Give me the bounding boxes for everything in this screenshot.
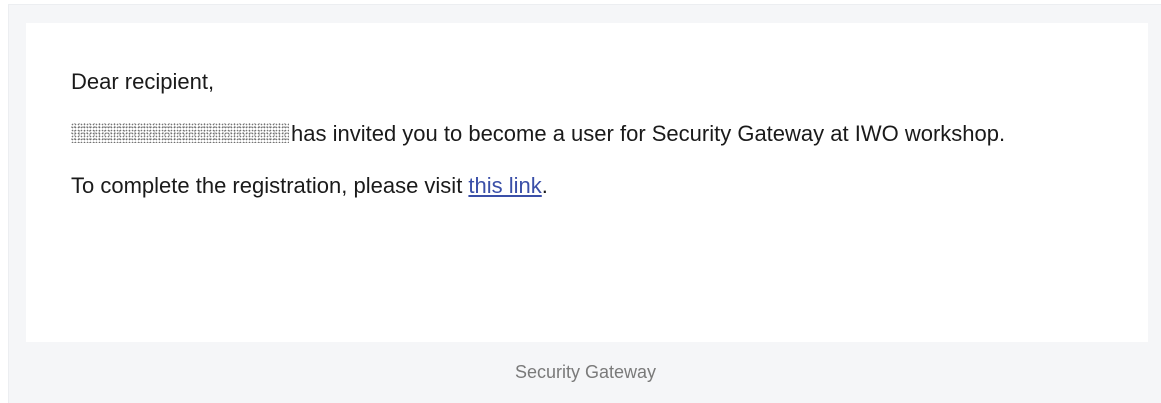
invite-paragraph: has invited you to become a user for Sec… xyxy=(71,121,1091,147)
invite-text: has invited you to become a user for Sec… xyxy=(291,121,1006,146)
footer-text: Security Gateway xyxy=(514,362,657,382)
email-body-card: Dear recipient, has invited you to becom… xyxy=(26,23,1148,342)
registration-paragraph: To complete the registration, please vis… xyxy=(71,173,1091,199)
registration-link[interactable]: this link xyxy=(468,173,541,198)
greeting-text: Dear recipient, xyxy=(71,69,215,94)
email-frame: Dear recipient, has invited you to becom… xyxy=(8,4,1161,403)
email-content: Dear recipient, has invited you to becom… xyxy=(71,69,1091,199)
registration-suffix: . xyxy=(541,173,548,198)
registration-prefix: To complete the registration, please vis… xyxy=(71,173,469,198)
redacted-sender-name xyxy=(71,123,289,143)
